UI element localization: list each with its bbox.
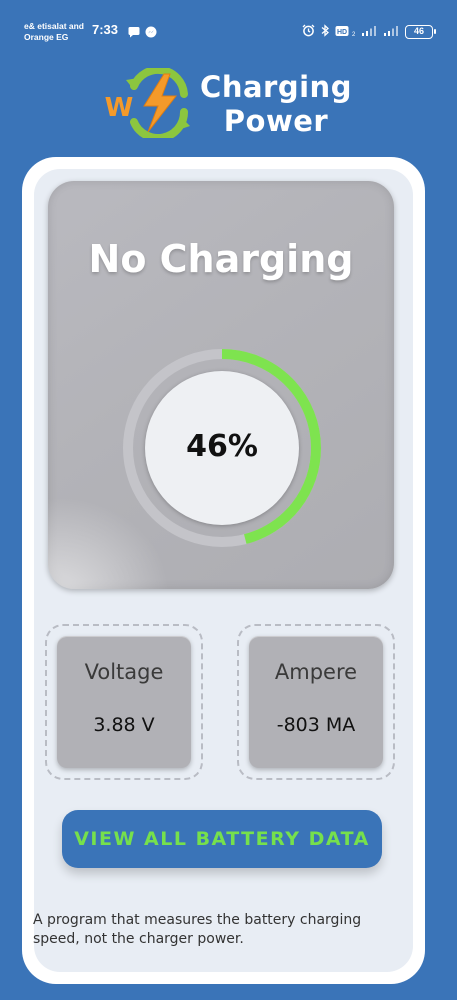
ampere-label: Ampere	[274, 660, 358, 684]
svg-text:HD: HD	[337, 29, 347, 36]
messenger-icon	[145, 23, 157, 42]
battery-icon: 46	[405, 24, 436, 39]
svg-text:W: W	[105, 93, 134, 123]
charging-status-panel: No Charging 46%	[48, 181, 394, 589]
main-card: No Charging 46% Voltage 3.88 V Ampere -8…	[22, 157, 425, 984]
voltage-card: Voltage 3.88 V	[57, 636, 191, 768]
ampere-frame: Ampere -803 MA	[237, 624, 395, 780]
ampere-value: -803 MA	[276, 714, 356, 736]
charging-status-title: No Charging	[88, 237, 354, 281]
app-title-line-1: Charging	[200, 70, 352, 104]
signal-icon	[361, 22, 377, 41]
chat-bubble-icon	[128, 23, 140, 42]
view-all-battery-data-button[interactable]: VIEW ALL BATTERY DATA	[62, 810, 382, 868]
app-header: W Charging Power	[0, 65, 457, 146]
bluetooth-icon	[321, 22, 329, 41]
svg-text:2: 2	[352, 32, 355, 37]
alarm-icon	[302, 22, 315, 41]
voltage-label: Voltage	[84, 660, 164, 684]
hd-voice-icon: HD 2	[335, 22, 356, 41]
w-lightning-refresh-logo-icon: W	[104, 65, 198, 142]
signal-icon	[383, 22, 399, 41]
voltage-value: 3.88 V	[93, 714, 155, 736]
battery-percent: 46%	[186, 429, 258, 464]
gauge-center: 46%	[145, 371, 299, 525]
status-bar: e& etisalat and Orange EG 7:33 HD 2 46	[0, 0, 457, 48]
voltage-frame: Voltage 3.88 V	[45, 624, 203, 780]
carrier-line-1: e& etisalat and	[24, 21, 84, 31]
app-title: Charging Power	[196, 70, 356, 138]
app-title-line-2: Power	[223, 104, 329, 138]
ampere-card: Ampere -803 MA	[249, 636, 383, 768]
battery-gauge: 46%	[119, 345, 325, 551]
carrier-line-2: Orange EG	[24, 32, 69, 42]
carrier-name: e& etisalat and Orange EG	[24, 21, 84, 43]
status-clock: 7:33	[92, 22, 119, 37]
main-card-inner: No Charging 46% Voltage 3.88 V Ampere -8…	[33, 169, 413, 972]
footer-note: A program that measures the battery char…	[33, 912, 362, 947]
